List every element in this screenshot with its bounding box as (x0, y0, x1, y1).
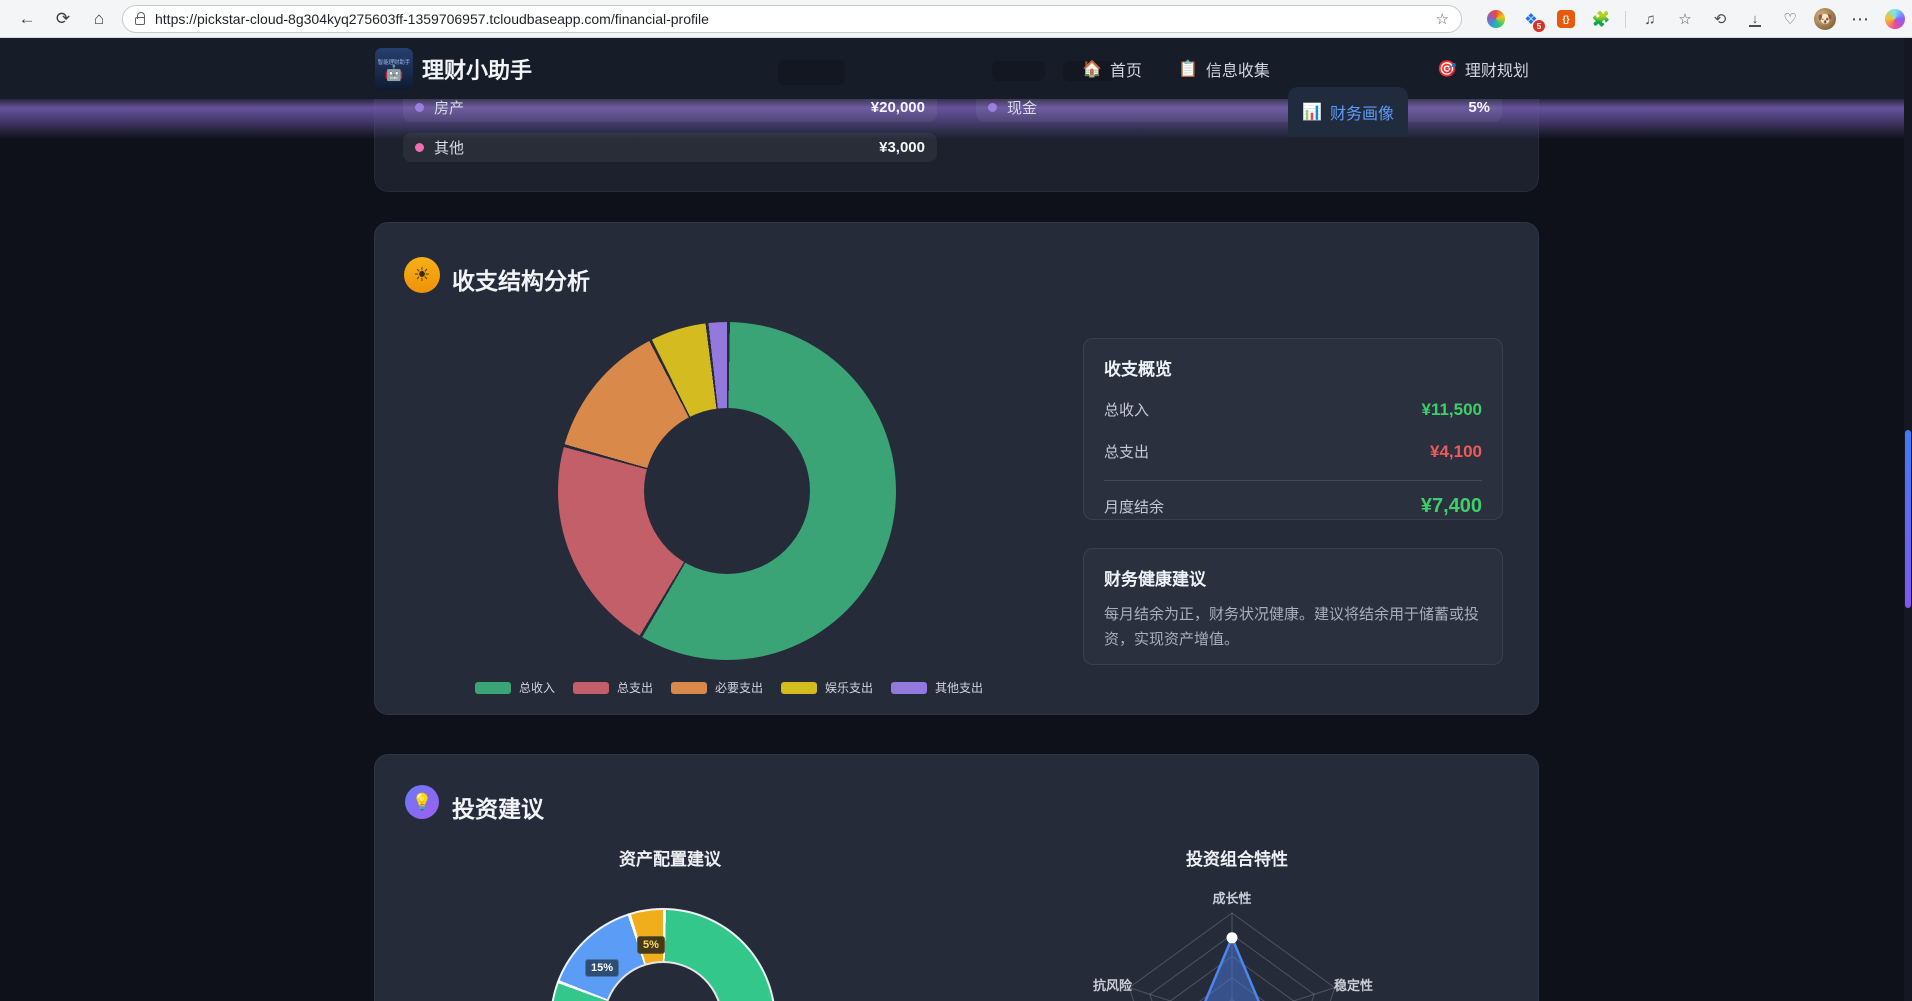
back-icon[interactable]: ← (12, 0, 42, 38)
legend-label: 总收入 (519, 679, 555, 696)
sun-icon: ☀ (404, 257, 440, 293)
category-dot-icon (415, 103, 424, 112)
asset-label: 现金 (1007, 97, 1037, 118)
panel-title: 收支概览 (1104, 355, 1482, 380)
asset-row[interactable]: 其他 ¥3,000 (403, 133, 937, 162)
scrollbar-track[interactable] (1904, 38, 1912, 1001)
asset-label: 房产 (434, 97, 464, 118)
home-icon[interactable]: ⌂ (84, 0, 114, 38)
logo-caption: 智能理财助手 (378, 57, 410, 65)
nav-item-label: 首页 (1110, 57, 1142, 81)
nav-item-label: 财务画像 (1330, 100, 1394, 124)
radar-axis-stability: 稳定性 (1334, 975, 1373, 994)
chart-legend: 总收入 总支出 必要支出 娱乐支出 其他支出 (374, 679, 1084, 696)
legend-item[interactable]: 必要支出 (671, 679, 763, 696)
nav-placeholder (992, 61, 1045, 81)
health-advice-panel: 财务健康建议 每月结余为正，财务状况健康。建议将结余用于储蓄或投资，实现资产增值… (1083, 548, 1503, 665)
chart-nav-icon: 📊 (1302, 102, 1322, 122)
radar-axis-risk: 抗风险 (1093, 975, 1132, 994)
divider (1104, 480, 1482, 481)
expense-label: 总支出 (1104, 441, 1149, 462)
expense-row: 总支出 ¥4,100 (1104, 441, 1482, 462)
settings-menu-icon[interactable]: ⋯ (1849, 7, 1871, 31)
bookmark-star-icon[interactable]: ☆ (1436, 10, 1449, 28)
legend-label: 其他支出 (935, 679, 983, 696)
favorites-icon[interactable]: ☆ (1674, 7, 1696, 31)
url-text[interactable]: https://pickstar-cloud-8g304kyq275603ff-… (155, 11, 709, 27)
legend-item[interactable]: 其他支出 (891, 679, 983, 696)
asset-value: 5% (1468, 99, 1490, 116)
legend-item[interactable]: 总收入 (475, 679, 555, 696)
legend-swatch-icon (671, 682, 707, 694)
browser-toolbar: ← ⟳ ⌂ https://pickstar-cloud-8g304kyq275… (0, 0, 1912, 38)
nav-item-planning[interactable]: 🎯 理财规划 (1437, 38, 1529, 99)
browser-essentials-icon[interactable]: ♡ (1779, 7, 1801, 31)
category-dot-icon (988, 103, 997, 112)
legend-item[interactable]: 总支出 (573, 679, 653, 696)
expense-value: ¥4,100 (1430, 442, 1482, 462)
legend-swatch-icon (475, 682, 511, 694)
refresh-icon[interactable]: ⟳ (48, 0, 78, 38)
allocation-chart-title: 资产配置建议 (619, 845, 721, 870)
nav-item-label: 信息收集 (1206, 57, 1270, 81)
copilot-icon[interactable] (1884, 7, 1906, 31)
income-expense-overview-panel: 收支概览 总收入 ¥11,500 总支出 ¥4,100 月度结余 ¥7,400 (1083, 338, 1503, 520)
nav-item-label: 理财规划 (1465, 57, 1529, 81)
app-logo: 智能理财助手 🤖 (375, 48, 413, 90)
extension-colorball-icon[interactable] (1485, 7, 1507, 31)
extension-blue-icon[interactable]: ❖5 (1520, 7, 1542, 31)
radar-axis-growth: 成长性 (1212, 888, 1251, 907)
clipboard-nav-icon: 📋 (1178, 59, 1198, 79)
legend-swatch-icon (781, 682, 817, 694)
lightbulb-icon: 💡 (405, 785, 439, 819)
home-nav-icon: 🏠 (1082, 59, 1102, 79)
extension-row: ❖5 {} 🧩 ♫ ☆ ⟲ ↓ ♡ 🐶 ⋯ (1485, 0, 1906, 38)
legend-label: 总支出 (617, 679, 653, 696)
expense-card-title: 收支结构分析 (452, 262, 590, 296)
extension-badge: 5 (1533, 20, 1545, 32)
extensions-puzzle-icon[interactable]: 🧩 (1590, 7, 1612, 31)
extension-orange-icon[interactable]: {} (1555, 7, 1577, 31)
legend-item[interactable]: 娱乐支出 (781, 679, 873, 696)
income-label: 总收入 (1104, 399, 1149, 420)
target-nav-icon: 🎯 (1437, 59, 1457, 79)
invest-card-title: 投资建议 (452, 790, 544, 824)
lock-icon (135, 17, 145, 25)
asset-value: ¥3,000 (879, 139, 925, 156)
expense-donut-chart[interactable] (558, 322, 896, 660)
category-dot-icon (415, 143, 424, 152)
asset-value: ¥20,000 (871, 99, 925, 116)
nav-item-financial-profile-active[interactable]: 📊 财务画像 (1288, 87, 1408, 137)
profile-avatar[interactable]: 🐶 (1814, 7, 1836, 31)
balance-row: 月度结余 ¥7,400 (1104, 495, 1482, 518)
page: ← ⟳ ⌂ https://pickstar-cloud-8g304kyq275… (0, 0, 1912, 1001)
income-value: ¥11,500 (1421, 400, 1482, 420)
nav-item-home[interactable]: 🏠 首页 (1082, 38, 1142, 99)
radar-chart-title: 投资组合特性 (1186, 845, 1288, 870)
legend-label: 必要支出 (715, 679, 763, 696)
toolbar-divider (1625, 11, 1626, 28)
downloads-icon[interactable]: ↓ (1744, 7, 1766, 31)
nav-placeholder (778, 60, 845, 85)
allocation-label-5: 5% (637, 936, 665, 954)
scrollbar-thumb[interactable] (1905, 430, 1911, 608)
media-icon[interactable]: ♫ (1639, 7, 1661, 31)
nav-item-info-collect[interactable]: 📋 信息收集 (1178, 38, 1270, 99)
robot-logo-icon: 🤖 (385, 66, 404, 82)
address-bar[interactable]: https://pickstar-cloud-8g304kyq275603ff-… (122, 5, 1462, 33)
allocation-label-15: 15% (585, 959, 619, 977)
history-icon[interactable]: ⟲ (1709, 7, 1731, 31)
app-header: 智能理财助手 🤖 理财小助手 🏠 首页 📋 信息收集 📊 财务画像 🎯 理财规划 (0, 38, 1912, 99)
advice-text: 每月结余为正，财务状况健康。建议将结余用于储蓄或投资，实现资产增值。 (1104, 602, 1482, 652)
app-title: 理财小助手 (422, 38, 532, 99)
legend-swatch-icon (891, 682, 927, 694)
balance-label: 月度结余 (1104, 496, 1164, 517)
legend-label: 娱乐支出 (825, 679, 873, 696)
income-row: 总收入 ¥11,500 (1104, 399, 1482, 420)
balance-value: ¥7,400 (1421, 495, 1482, 518)
advice-title: 财务健康建议 (1104, 565, 1482, 590)
legend-swatch-icon (573, 682, 609, 694)
asset-label: 其他 (434, 137, 464, 158)
